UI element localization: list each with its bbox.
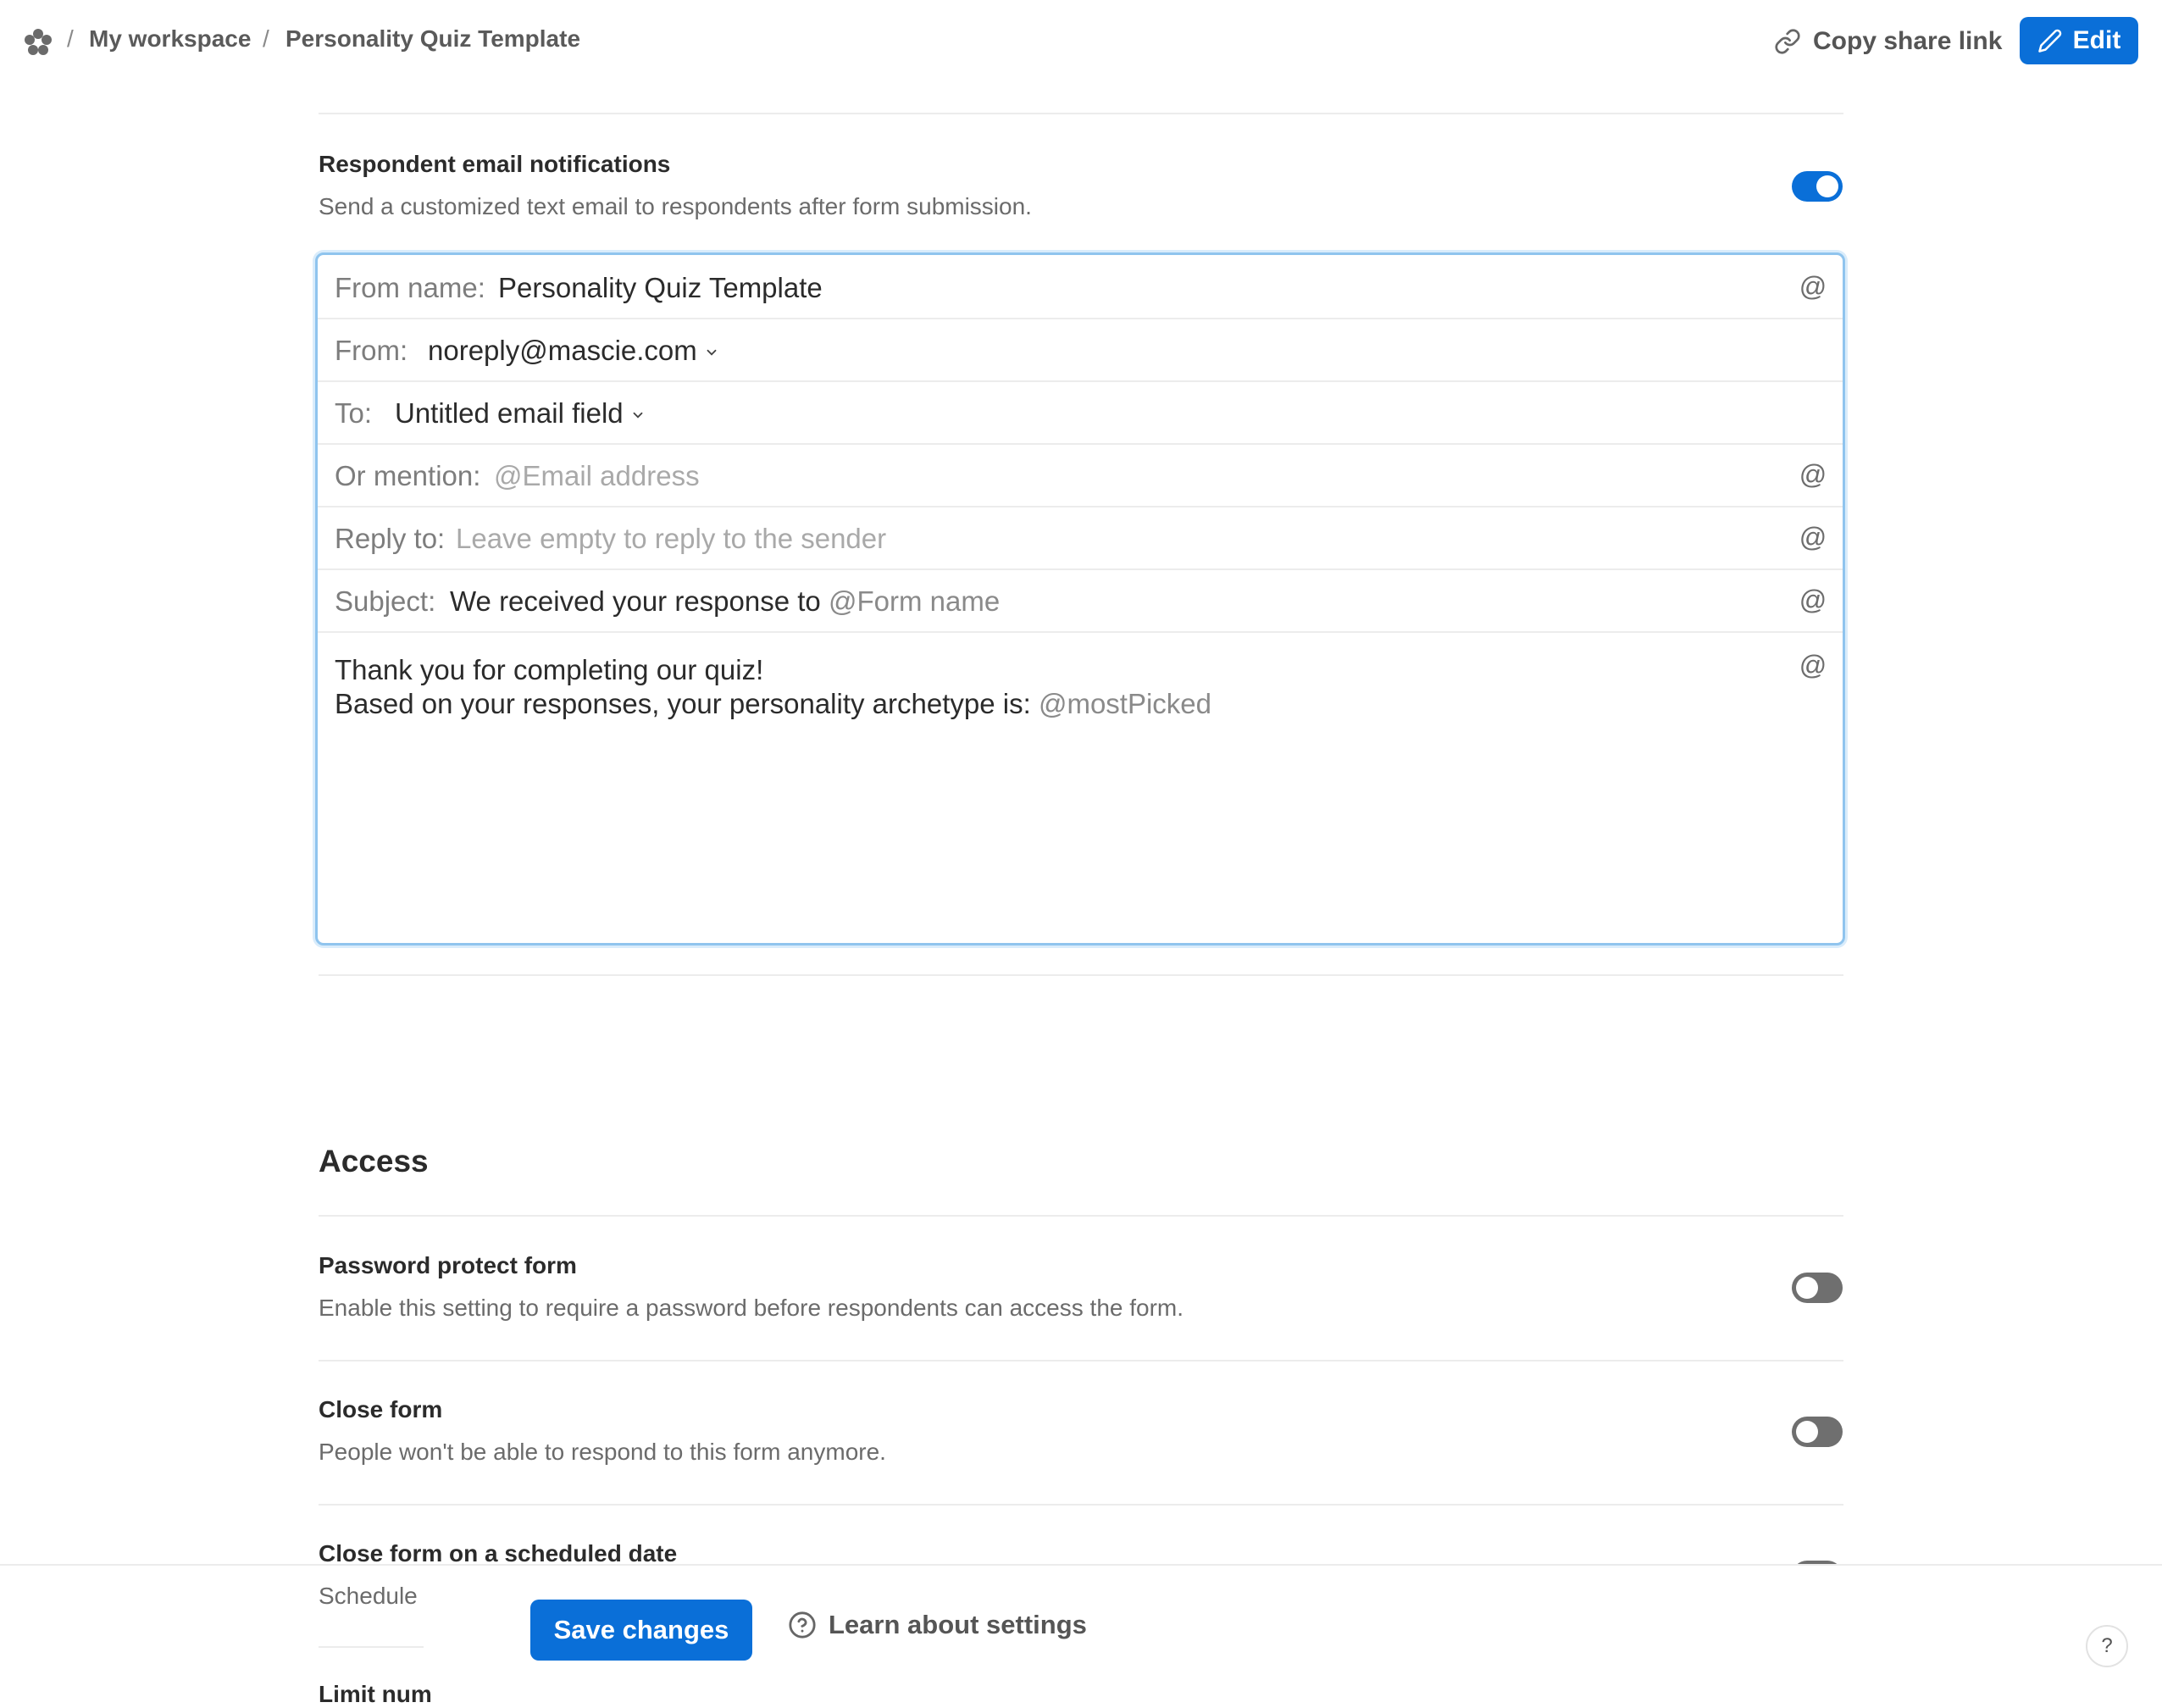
from-name-row[interactable]: From name: Personality Quiz Template @ bbox=[318, 255, 1843, 319]
chevron-down-icon bbox=[633, 413, 643, 419]
subject-text: We received your response to bbox=[450, 585, 821, 617]
mention-row[interactable]: Or mention: @Email address @ bbox=[318, 443, 1843, 507]
link-icon bbox=[1775, 29, 1800, 54]
help-button[interactable]: ? bbox=[2086, 1625, 2128, 1667]
mention-icon[interactable]: @ bbox=[1799, 460, 1827, 489]
from-value: noreply@mascie.com bbox=[428, 335, 697, 366]
respondent-notifications-description: Send a customized text email to responde… bbox=[319, 193, 1032, 219]
divider bbox=[319, 1646, 424, 1648]
mention-icon[interactable]: @ bbox=[1799, 272, 1827, 301]
subject-form-name-mention: @Form name bbox=[828, 585, 1001, 617]
from-select[interactable]: noreply@mascie.com bbox=[428, 335, 719, 367]
pencil-icon bbox=[2037, 29, 2061, 53]
divider bbox=[319, 974, 1843, 976]
reply-to-row[interactable]: Reply to: Leave empty to reply to the se… bbox=[318, 506, 1843, 570]
email-body-line: Thank you for completing our quiz! bbox=[335, 654, 764, 685]
close-form-toggle[interactable] bbox=[1792, 1417, 1843, 1447]
email-body-editor[interactable]: @ Thank you for completing our quiz! Bas… bbox=[318, 634, 1843, 939]
from-name-input[interactable]: Personality Quiz Template bbox=[498, 272, 823, 304]
to-label: To: bbox=[335, 397, 373, 429]
to-value: Untitled email field bbox=[395, 397, 624, 429]
most-picked-mention: @mostPicked bbox=[1038, 688, 1212, 719]
respondent-notifications-toggle[interactable] bbox=[1792, 171, 1843, 202]
learn-about-settings-label: Learn about settings bbox=[829, 1610, 1087, 1639]
close-form-title: Close form bbox=[319, 1396, 443, 1422]
chevron-down-icon bbox=[707, 350, 717, 356]
mention-icon[interactable]: @ bbox=[1799, 523, 1827, 552]
divider bbox=[319, 1215, 1843, 1217]
mention-icon[interactable]: @ bbox=[1799, 651, 1827, 679]
save-changes-button[interactable]: Save changes bbox=[530, 1600, 752, 1661]
learn-about-settings-link[interactable]: Learn about settings bbox=[788, 1610, 1087, 1640]
mention-label: Or mention: bbox=[335, 460, 481, 491]
limit-responses-title-partial: Limit num bbox=[319, 1681, 432, 1707]
schedule-label: Schedule bbox=[319, 1583, 418, 1609]
close-form-description: People won't be able to respond to this … bbox=[319, 1439, 886, 1465]
from-row: From: noreply@mascie.com bbox=[318, 318, 1843, 382]
subject-row[interactable]: Subject: We received your response to @F… bbox=[318, 568, 1843, 633]
mention-input[interactable]: @Email address bbox=[494, 460, 700, 492]
edit-label: Edit bbox=[2072, 26, 2121, 54]
from-label: From: bbox=[335, 335, 408, 366]
copy-share-link-label: Copy share link bbox=[1813, 27, 2003, 55]
to-select[interactable]: Untitled email field bbox=[395, 397, 646, 430]
edit-button[interactable]: Edit bbox=[2020, 17, 2138, 64]
breadcrumb-separator: / bbox=[67, 25, 74, 52]
email-body-text: Based on your responses, your personalit… bbox=[335, 688, 1031, 719]
access-section-title: Access bbox=[319, 1144, 429, 1178]
email-composer: From name: Personality Quiz Template @ F… bbox=[315, 252, 1845, 946]
respondent-notifications-title: Respondent email notifications bbox=[319, 151, 671, 177]
divider bbox=[319, 1504, 1843, 1506]
top-bar: / My workspace / Personality Quiz Templa… bbox=[0, 0, 2162, 85]
subject-input[interactable]: We received your response to @Form name bbox=[450, 585, 1000, 618]
from-name-label: From name: bbox=[335, 272, 485, 303]
subject-label: Subject: bbox=[335, 585, 436, 617]
breadcrumb-workspace[interactable]: My workspace bbox=[89, 25, 251, 53]
breadcrumb-separator: / bbox=[263, 25, 269, 52]
to-row: To: Untitled email field bbox=[318, 380, 1843, 445]
mention-icon[interactable]: @ bbox=[1799, 585, 1827, 614]
help-circle-icon bbox=[789, 1611, 816, 1639]
reply-to-input[interactable]: Leave empty to reply to the sender bbox=[456, 523, 886, 555]
email-body-line: Based on your responses, your personalit… bbox=[335, 688, 1211, 720]
password-protect-title: Password protect form bbox=[319, 1252, 577, 1278]
breadcrumb-current[interactable]: Personality Quiz Template bbox=[285, 25, 580, 53]
divider bbox=[319, 1360, 1843, 1361]
reply-to-label: Reply to: bbox=[335, 523, 446, 554]
divider bbox=[319, 113, 1843, 114]
password-protect-description: Enable this setting to require a passwor… bbox=[319, 1295, 1184, 1321]
copy-share-link-button[interactable]: Copy share link bbox=[1774, 22, 2002, 61]
app-logo-icon[interactable] bbox=[23, 27, 53, 58]
password-protect-toggle[interactable] bbox=[1792, 1273, 1843, 1303]
